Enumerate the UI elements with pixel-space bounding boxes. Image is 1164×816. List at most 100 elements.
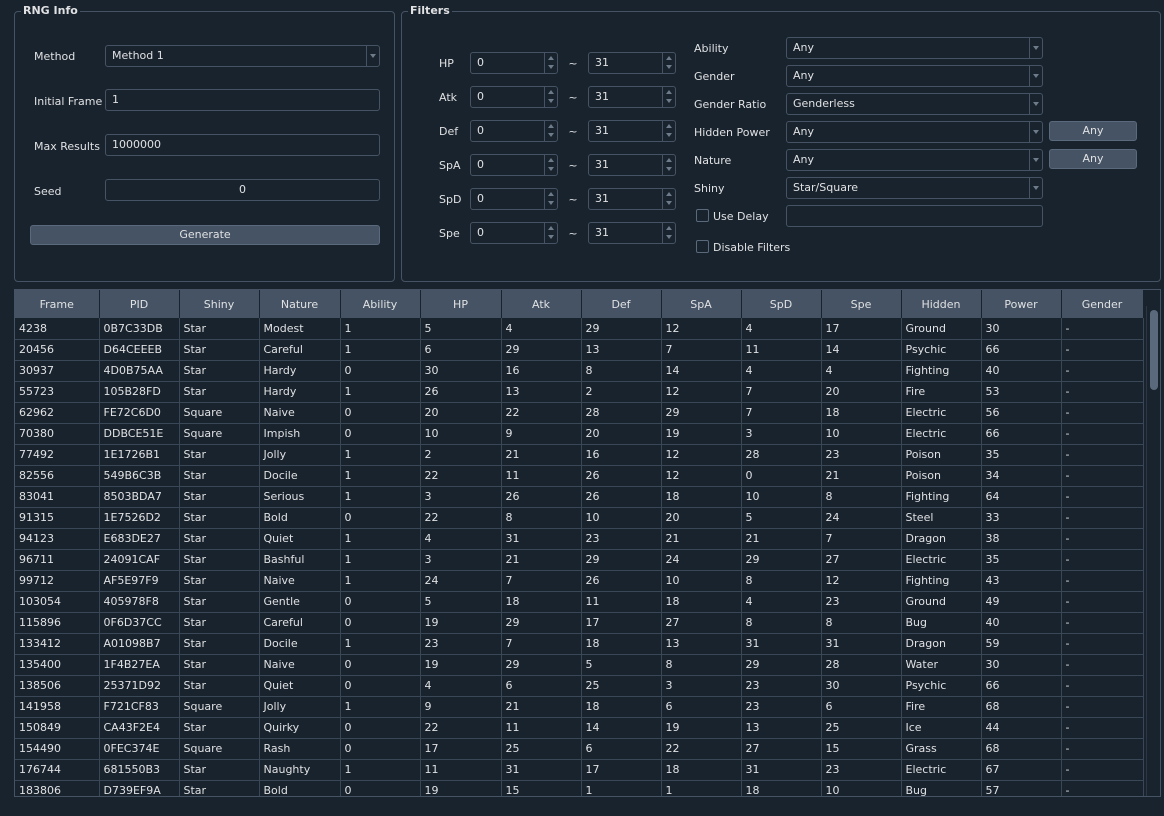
table-cell: 49	[981, 591, 1062, 613]
nature-select[interactable]: Any	[786, 149, 1043, 171]
hp-max-input[interactable]: 31	[588, 52, 676, 74]
spin-arrows-icon[interactable]	[544, 189, 557, 209]
table-row[interactable]: 141958 F721CF83 Square Jolly 1 9 21 18 6 23 6 Fire 6…	[15, 696, 1144, 718]
results-table[interactable]: Frame PID Shiny Nature Ability HP Atk Def SpA SpD…	[14, 289, 1161, 797]
scrollbar-thumb[interactable]	[1150, 310, 1158, 390]
table-cell: 68	[981, 738, 1062, 760]
table-cell: 55723	[15, 381, 100, 403]
column-header[interactable]: Shiny	[179, 290, 260, 318]
table-row[interactable]: 30937 4D0B75AA Star Hardy 0 30 16 8 14 4 4 Fighting…	[15, 360, 1144, 382]
use-delay-checkbox[interactable]	[696, 209, 709, 222]
table-row[interactable]: 99712 AF5E97F9 Star Naive 1 24 7 26 10 8 12 Fightin…	[15, 570, 1144, 592]
column-header[interactable]: Nature	[259, 290, 341, 318]
table-row[interactable]: 103054 405978F8 Star Gentle 0 5 18 11 18 4 23 Groun…	[15, 591, 1144, 613]
shiny-select[interactable]: Star/Square	[786, 177, 1043, 199]
table-cell: Fighting	[901, 570, 982, 592]
seed-input[interactable]: 0	[105, 179, 380, 201]
table-row[interactable]: 62962 FE72C6D0 Square Naive 0 20 22 28 29 7 18 Elec…	[15, 402, 1144, 424]
spin-arrows-icon[interactable]	[662, 87, 675, 107]
table-row[interactable]: 91315 1E7526D2 Star Bold 0 22 8 10 20 5 24 Steel 33-	[15, 507, 1144, 529]
table-cell: Star	[179, 675, 260, 697]
table-row[interactable]: 82556 549B6C3B Star Docile 1 22 11 26 12 0 21 Poiso…	[15, 465, 1144, 487]
max-results-input[interactable]: 1000000	[105, 134, 380, 156]
spe-min-input[interactable]: 0	[470, 222, 558, 244]
column-header[interactable]: Def	[581, 290, 662, 318]
spin-arrows-icon[interactable]	[544, 87, 557, 107]
spin-arrows-icon[interactable]	[544, 53, 557, 73]
table-row[interactable]: 70380 DDBCE51E Square Impish 0 10 9 20 19 3 10 Elec…	[15, 423, 1144, 445]
table-row[interactable]: 77492 1E1726B1 Star Jolly 1 2 21 16 12 28 23 Poison…	[15, 444, 1144, 466]
table-row[interactable]: 55723 105B28FD Star Hardy 1 26 13 2 12 7 20 Fire 53-	[15, 381, 1144, 403]
table-row[interactable]: 96711 24091CAF Star Bashful 1 3 21 29 24 29 27 Elec…	[15, 549, 1144, 571]
spin-arrows-icon[interactable]	[662, 223, 675, 243]
spin-arrows-icon[interactable]	[662, 53, 675, 73]
disable-filters-checkbox[interactable]	[696, 240, 709, 253]
column-header[interactable]: Ability	[340, 290, 421, 318]
spin-arrows-icon[interactable]	[544, 121, 557, 141]
table-row[interactable]: 135400 1F4B27EA Star Naive 0 19 29 5 8 29 28 Water 3…	[15, 654, 1144, 676]
table-cell: 19	[420, 612, 502, 634]
column-header[interactable]: Spe	[821, 290, 902, 318]
ability-select[interactable]: Any	[786, 37, 1043, 59]
column-header[interactable]: Frame	[15, 290, 100, 318]
method-select[interactable]: Method 1	[105, 45, 380, 67]
table-cell: -	[1061, 696, 1144, 718]
delay-input[interactable]	[786, 205, 1043, 227]
spd-min-input[interactable]: 0	[470, 188, 558, 210]
spin-arrows-icon[interactable]	[662, 155, 675, 175]
table-cell: 4	[741, 360, 822, 382]
table-row[interactable]: 150849 CA43F2E4 Star Quirky 0 22 11 14 19 13 25 Ice…	[15, 717, 1144, 739]
table-cell: 31	[501, 528, 582, 550]
hidden-power-label: Hidden Power	[694, 126, 770, 139]
table-row[interactable]: 176744 681550B3 Star Naughty 1 11 31 17 18 31 23 El…	[15, 759, 1144, 781]
table-cell: 17	[420, 738, 502, 760]
table-cell: 8	[741, 570, 822, 592]
gender-select[interactable]: Any	[786, 65, 1043, 87]
generate-button[interactable]: Generate	[30, 225, 380, 245]
hp-min-input[interactable]: 0	[470, 52, 558, 74]
spa-min-input[interactable]: 0	[470, 154, 558, 176]
spa-max-input[interactable]: 31	[588, 154, 676, 176]
table-cell: 30	[981, 654, 1062, 676]
column-header[interactable]: Atk	[501, 290, 582, 318]
table-row[interactable]: 4238 0B7C33DB Star Modest 1 5 4 29 12 4 17 Ground 30…	[15, 318, 1144, 340]
table-cell: 1E7526D2	[99, 507, 180, 529]
spd-max-input[interactable]: 31	[588, 188, 676, 210]
def-max-input[interactable]: 31	[588, 120, 676, 142]
table-row[interactable]: 138506 25371D92 Star Quiet 0 4 6 25 3 23 30 Psychic…	[15, 675, 1144, 697]
table-cell: Naive	[259, 570, 341, 592]
hidden-power-select[interactable]: Any	[786, 121, 1043, 143]
table-row[interactable]: 115896 0F6D37CC Star Careful 0 19 29 17 27 8 8 Bug 4…	[15, 612, 1144, 634]
table-cell: 77492	[15, 444, 100, 466]
table-row[interactable]: 20456 D64CEEEB Star Careful 1 6 29 13 7 11 14 Psych…	[15, 339, 1144, 361]
column-header[interactable]: HP	[420, 290, 502, 318]
table-row[interactable]: 133412 A01098B7 Star Docile 1 23 7 18 13 31 31 Drag…	[15, 633, 1144, 655]
spe-max-input[interactable]: 31	[588, 222, 676, 244]
column-header[interactable]: SpD	[741, 290, 822, 318]
table-row[interactable]: 94123 E683DE27 Star Quiet 1 4 31 23 21 21 7 Dragon 3…	[15, 528, 1144, 550]
spin-arrows-icon[interactable]	[544, 223, 557, 243]
column-header[interactable]: PID	[99, 290, 180, 318]
table-cell: 24	[661, 549, 742, 571]
table-row[interactable]: 83041 8503BDA7 Star Serious 1 3 26 26 18 10 8 Fight…	[15, 486, 1144, 508]
column-header[interactable]: Hidden	[901, 290, 982, 318]
atk-max-input[interactable]: 31	[588, 86, 676, 108]
initial-frame-input[interactable]: 1	[105, 89, 380, 111]
table-cell: 66	[981, 675, 1062, 697]
spin-arrows-icon[interactable]	[662, 121, 675, 141]
spin-arrows-icon[interactable]	[662, 189, 675, 209]
column-header[interactable]: SpA	[661, 290, 742, 318]
vertical-scrollbar[interactable]	[1146, 306, 1160, 796]
nature-any-button[interactable]: Any	[1049, 149, 1137, 169]
table-row[interactable]: 154490 0FEC374E Square Rash 0 17 25 6 22 27 15 Gras…	[15, 738, 1144, 760]
column-header[interactable]: Gender	[1061, 290, 1144, 318]
def-min-input[interactable]: 0	[470, 120, 558, 142]
table-row[interactable]: 183806 D739EF9A Star Bold 0 19 15 1 1 18 10 Bug 57-	[15, 780, 1144, 796]
hidden-power-any-button[interactable]: Any	[1049, 121, 1137, 141]
table-cell: Star	[179, 339, 260, 361]
table-cell: 11	[741, 339, 822, 361]
gender-ratio-select[interactable]: Genderless	[786, 93, 1043, 115]
column-header[interactable]: Power	[981, 290, 1062, 318]
atk-min-input[interactable]: 0	[470, 86, 558, 108]
spin-arrows-icon[interactable]	[544, 155, 557, 175]
